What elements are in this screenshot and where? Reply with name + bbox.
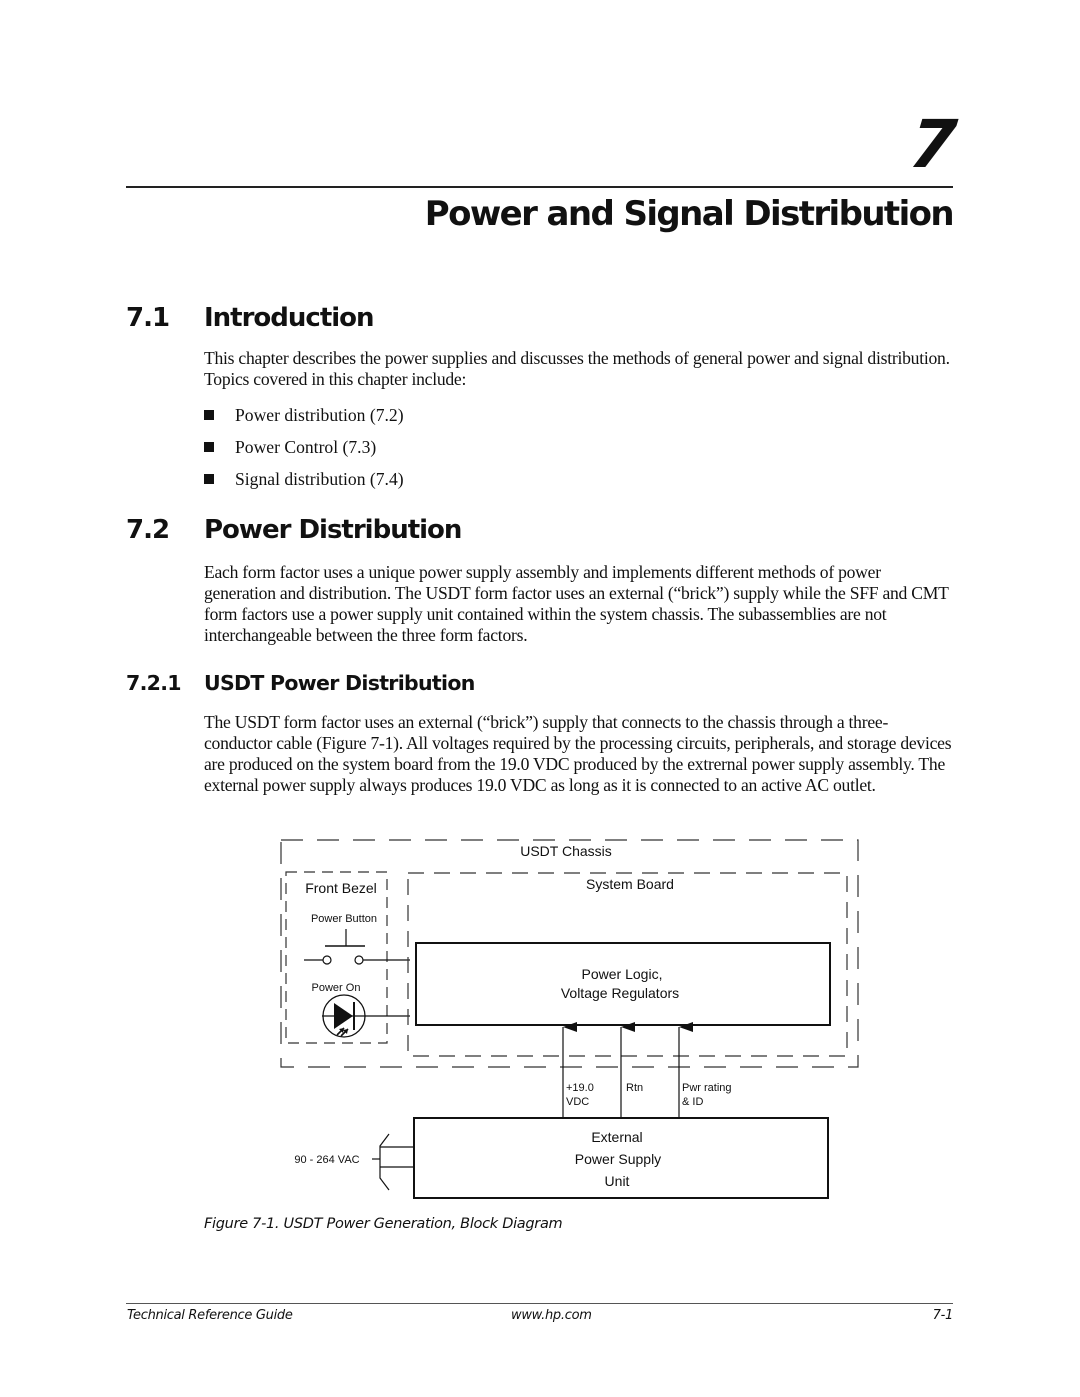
list-item-text: Power Control (7.3) bbox=[235, 437, 377, 457]
section-heading-power-distribution: 7.2 Power Distribution bbox=[126, 514, 462, 546]
power-logic-label: Power Logic, bbox=[582, 966, 663, 982]
front-bezel-boundary bbox=[285, 871, 388, 1044]
system-board-label: System Board bbox=[586, 876, 674, 892]
section-title: Introduction bbox=[204, 303, 375, 333]
footer-divider bbox=[126, 1303, 953, 1304]
section-heading-introduction: 7.1 Introduction bbox=[126, 302, 375, 334]
list-item: Power Control (7.3) bbox=[204, 431, 404, 463]
subsection-heading-usdt-power-distribution: 7.2.1 USDT Power Distribution bbox=[126, 670, 475, 696]
chapter-title: Power and Signal Distribution bbox=[424, 194, 955, 234]
connector-label-vdc: VDC bbox=[566, 1096, 589, 1108]
connector-label-19vdc: +19.0 bbox=[566, 1082, 594, 1094]
bullet-square-icon bbox=[204, 474, 214, 484]
chapter-divider bbox=[126, 186, 953, 188]
external-psu-line-3: Unit bbox=[605, 1173, 630, 1189]
bullet-square-icon bbox=[204, 442, 214, 452]
power-on-label: Power On bbox=[312, 982, 361, 994]
connector-label-pwr-rating: Pwr rating bbox=[682, 1082, 732, 1094]
usdt-chassis-boundary bbox=[280, 839, 859, 1068]
front-bezel-label: Front Bezel bbox=[305, 880, 377, 896]
ac-input-label: 90 - 264 VAC bbox=[294, 1154, 359, 1166]
list-item: Signal distribution (7.4) bbox=[204, 463, 404, 495]
section-title: Power Distribution bbox=[204, 515, 462, 545]
list-item: Power distribution (7.2) bbox=[204, 399, 404, 431]
list-item-text: Power distribution (7.2) bbox=[235, 405, 404, 425]
power-logic-box bbox=[415, 942, 831, 1026]
system-board-boundary bbox=[407, 872, 848, 1057]
external-power-supply-box bbox=[413, 1117, 829, 1199]
external-psu-line-1: External bbox=[591, 1129, 642, 1145]
footer-page-number: 7-1 bbox=[932, 1308, 954, 1323]
topics-list: Power distribution (7.2) Power Control (… bbox=[204, 399, 404, 495]
section-title: USDT Power Distribution bbox=[204, 671, 475, 695]
section-number: 7.2 bbox=[126, 515, 170, 545]
list-item-text: Signal distribution (7.4) bbox=[235, 469, 404, 489]
figure-caption: Figure 7-1. USDT Power Generation, Block… bbox=[204, 1216, 563, 1232]
connector-label-id: & ID bbox=[682, 1096, 703, 1108]
introduction-paragraph: This chapter describes the power supplie… bbox=[204, 348, 950, 389]
footer-guide-title: Technical Reference Guide bbox=[127, 1308, 293, 1323]
usdt-paragraph: The USDT form factor uses an external (“… bbox=[204, 712, 952, 795]
footer-website: www.hp.com bbox=[511, 1308, 592, 1323]
chapter-number: 7 bbox=[906, 106, 959, 183]
power-distribution-paragraph: Each form factor uses a unique power sup… bbox=[204, 562, 949, 645]
usdt-chassis-label: USDT Chassis bbox=[520, 843, 612, 859]
ac-plug-icon bbox=[372, 1133, 414, 1191]
external-psu-line-2: Power Supply bbox=[575, 1151, 661, 1167]
section-number: 7.2.1 bbox=[126, 671, 182, 695]
power-button-switch-icon bbox=[304, 929, 410, 965]
connector-label-rtn: Rtn bbox=[626, 1082, 643, 1094]
voltage-regulators-label: Voltage Regulators bbox=[561, 985, 679, 1001]
bullet-square-icon bbox=[204, 410, 214, 420]
power-button-label: Power Button bbox=[311, 913, 377, 925]
power-on-led-icon bbox=[322, 994, 410, 1038]
section-number: 7.1 bbox=[126, 303, 170, 333]
